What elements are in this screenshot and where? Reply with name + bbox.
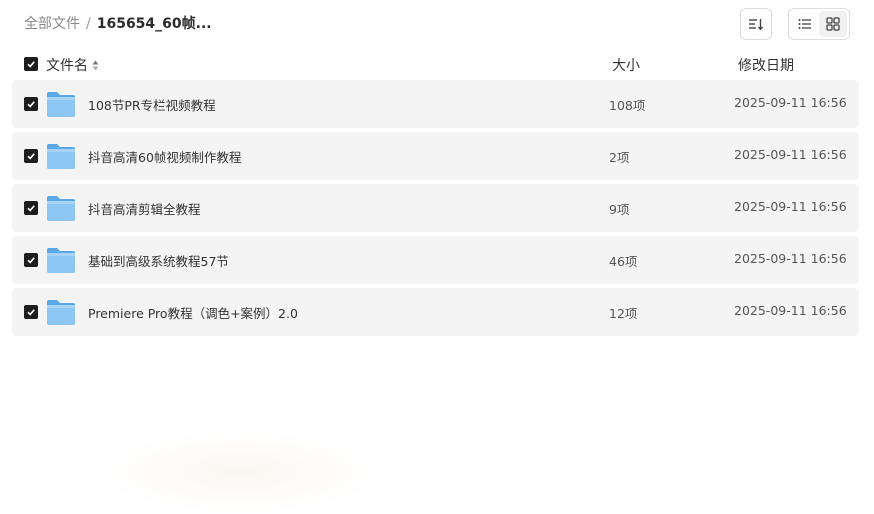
name-column-header[interactable]: 文件名	[46, 55, 99, 75]
checkmark-icon	[27, 309, 35, 316]
file-size: 108项	[609, 98, 646, 113]
sort-caret-icon	[92, 60, 99, 71]
size-column-header[interactable]: 大小	[612, 55, 640, 75]
file-row[interactable]: Premiere Pro教程（调色+案例）2.0 12项 2025-09-11 …	[12, 288, 859, 336]
file-date: 2025-09-11 16:56	[734, 199, 847, 214]
file-size: 12项	[609, 306, 638, 321]
breadcrumb-current: 165654_60帧...	[96, 16, 212, 32]
file-name[interactable]: Premiere Pro教程（调色+案例）2.0	[88, 303, 298, 322]
checkmark-icon	[27, 101, 35, 108]
list-view-icon	[798, 19, 811, 29]
breadcrumb-separator: /	[86, 16, 91, 32]
sort-icon	[749, 19, 764, 31]
checkmark-icon	[27, 61, 35, 68]
row-checkbox[interactable]	[24, 201, 38, 215]
folder-icon	[47, 248, 75, 273]
file-row[interactable]: 基础到高级系统教程57节 46项 2025-09-11 16:56	[12, 236, 859, 284]
folder-icon	[47, 92, 75, 117]
file-date: 2025-09-11 16:56	[734, 95, 847, 110]
sort-button[interactable]	[740, 8, 772, 40]
view-toggle-group	[788, 8, 850, 40]
file-row[interactable]: 抖音高清60帧视频制作教程 2项 2025-09-11 16:56	[12, 132, 859, 180]
file-date: 2025-09-11 16:56	[734, 147, 847, 162]
list-view-button[interactable]	[791, 11, 819, 37]
file-name[interactable]: 抖音高清60帧视频制作教程	[88, 147, 241, 166]
file-name[interactable]: 108节PR专栏视频教程	[88, 95, 216, 114]
name-column-label: 文件名	[46, 58, 88, 74]
column-header-row: 文件名 大小 修改日期	[0, 52, 874, 76]
folder-icon	[47, 144, 75, 169]
top-bar: 全部文件 / 165654_60帧...	[0, 0, 874, 48]
grid-view-icon	[826, 17, 840, 31]
file-size: 9项	[609, 202, 630, 217]
file-name[interactable]: 抖音高清剪辑全教程	[88, 199, 201, 218]
date-column-header[interactable]: 修改日期	[738, 55, 794, 75]
folder-icon	[47, 300, 75, 325]
checkmark-icon	[27, 153, 35, 160]
select-all-checkbox[interactable]	[24, 57, 38, 71]
grid-view-button[interactable]	[819, 11, 847, 37]
file-name[interactable]: 基础到高级系统教程57节	[88, 251, 229, 270]
background-glow	[95, 430, 385, 514]
checkmark-icon	[27, 205, 35, 212]
file-date: 2025-09-11 16:56	[734, 251, 847, 266]
row-checkbox[interactable]	[24, 97, 38, 111]
checkmark-icon	[27, 257, 35, 264]
file-size: 2项	[609, 150, 630, 165]
folder-icon	[47, 196, 75, 221]
breadcrumb: 全部文件 / 165654_60帧...	[24, 15, 212, 33]
breadcrumb-root-link[interactable]: 全部文件	[24, 15, 80, 33]
file-list: 108节PR专栏视频教程 108项 2025-09-11 16:56 抖音高清6…	[12, 80, 859, 340]
row-checkbox[interactable]	[24, 149, 38, 163]
file-date: 2025-09-11 16:56	[734, 303, 847, 318]
row-checkbox[interactable]	[24, 253, 38, 267]
file-row[interactable]: 108节PR专栏视频教程 108项 2025-09-11 16:56	[12, 80, 859, 128]
file-size: 46项	[609, 254, 638, 269]
row-checkbox[interactable]	[24, 305, 38, 319]
file-row[interactable]: 抖音高清剪辑全教程 9项 2025-09-11 16:56	[12, 184, 859, 232]
